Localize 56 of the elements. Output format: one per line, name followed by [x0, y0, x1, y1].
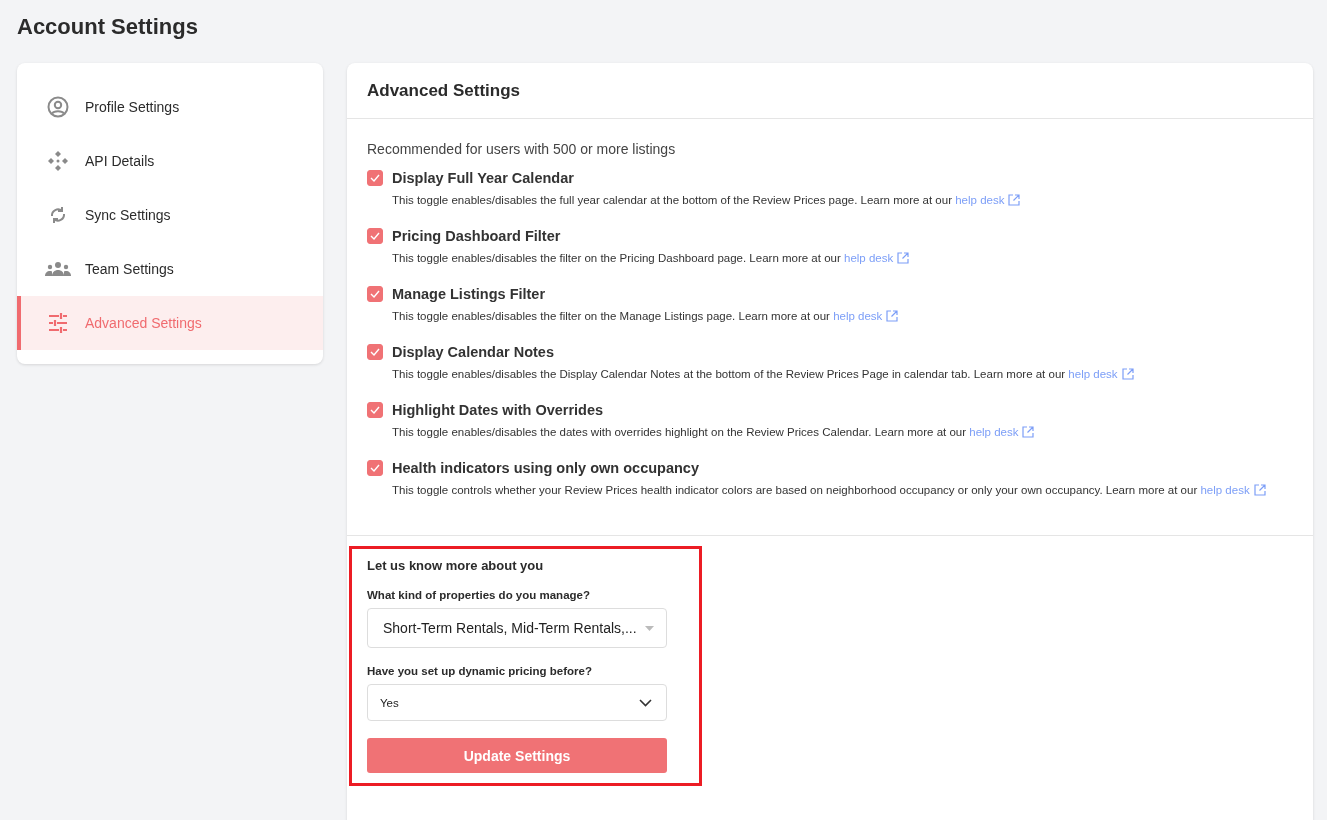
external-link-icon[interactable] [1253, 484, 1266, 496]
help-desk-link[interactable]: help desk [833, 310, 883, 322]
external-link-icon[interactable] [897, 252, 910, 264]
check-icon [370, 174, 380, 182]
option-label: Display Calendar Notes [392, 343, 555, 361]
checkbox[interactable] [367, 344, 383, 360]
option-description: This toggle enables/disables the dates with overrides highlight on the Review Prices Calendar. Learn more at our help desk [392, 424, 1292, 441]
help-desk-link[interactable]: help desk [955, 194, 1005, 206]
sidebar-item[interactable]: Advanced Settings [17, 296, 323, 350]
select-field[interactable]: Yes [367, 684, 667, 721]
check-icon [370, 232, 380, 240]
field-label: Have you set up dynamic pricing before? [367, 665, 593, 677]
check-icon [370, 348, 380, 356]
checkbox[interactable] [367, 228, 383, 244]
help-desk-link[interactable]: help desk [1068, 368, 1118, 380]
checkbox[interactable] [367, 170, 383, 186]
option-description: This toggle enables/disables the filter on the Manage Listings page. Learn more at our help desk [392, 308, 1292, 325]
external-link-icon[interactable] [1008, 194, 1021, 206]
external-link-icon[interactable] [1121, 368, 1134, 380]
help-desk-link[interactable]: help desk [844, 252, 894, 264]
panel-title: Advanced Settings [347, 63, 1313, 119]
external-link-icon[interactable] [1022, 426, 1035, 438]
option-description: This toggle controls whether your Review Prices health indicator colors are based on neighborhood occupancy or only your own occupancy. Learn more at our help desk [392, 482, 1292, 499]
option-description: This toggle enables/disables the filter on the Pricing Dashboard page. Learn more at our help desk [392, 250, 1292, 267]
intro-text: Recommended for users with 500 or more listings [367, 141, 677, 157]
update-settings-button[interactable]: Update Settings [367, 738, 667, 773]
survey-title: Let us know more about you [367, 558, 545, 573]
field-label: What kind of properties do you manage? [367, 589, 591, 601]
sidebar-item[interactable]: Profile Settings [17, 80, 323, 134]
page-title: Account Settings [17, 14, 199, 40]
user-circle-icon [47, 96, 69, 118]
diamond-dots-icon [47, 150, 69, 172]
external-link-icon[interactable] [886, 310, 899, 322]
option-label: Pricing Dashboard Filter [392, 227, 562, 245]
checkbox[interactable] [367, 286, 383, 302]
option-label: Health indicators using only own occupancy [392, 459, 700, 477]
check-icon [370, 464, 380, 472]
check-icon [370, 406, 380, 414]
multi-select-field[interactable]: Short-Term Rentals, Mid-Term Rentals,... [367, 608, 667, 648]
help-desk-link[interactable]: help desk [969, 426, 1019, 438]
option-label: Highlight Dates with Overrides [392, 401, 605, 419]
chevron-down-icon [639, 698, 652, 707]
sidebar-item[interactable]: Sync Settings [17, 188, 323, 242]
sliders-icon [47, 312, 69, 334]
checkbox[interactable] [367, 460, 383, 476]
team-icon [45, 261, 71, 277]
dropdown-caret-icon [645, 625, 654, 631]
option-description: This toggle enables/disables the Display Calendar Notes at the bottom of the Review Prices Page in calendar tab. Learn more at our help desk [392, 366, 1292, 383]
help-desk-link[interactable]: help desk [1200, 484, 1250, 496]
sidebar-item[interactable]: Team Settings [17, 242, 323, 296]
checkbox[interactable] [367, 402, 383, 418]
check-icon [370, 290, 380, 298]
option-label: Manage Listings Filter [392, 285, 547, 303]
sidebar-item[interactable]: API Details [17, 134, 323, 188]
option-label: Display Full Year Calendar [392, 169, 575, 187]
option-description: This toggle enables/disables the full year calendar at the bottom of the Review Prices page. Learn more at our help desk [392, 192, 1292, 209]
